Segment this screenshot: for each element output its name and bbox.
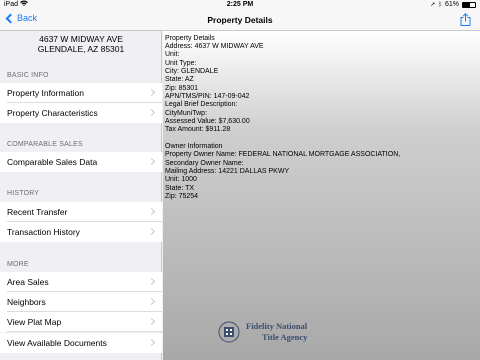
section-header-basic-info: BASIC INFO [7, 72, 49, 79]
bluetooth-icon: ᛒ [438, 1, 442, 8]
chevron-right-icon [147, 277, 156, 286]
detail-line: Assessed Value: $7,630.00 [165, 118, 250, 125]
chevron-right-icon [147, 207, 156, 216]
nav-bar: Back Property Details [0, 10, 480, 31]
sidebar-item-label: Recent Transfer [7, 207, 68, 217]
address-line-1: 4637 W MIDWAY AVE [39, 34, 123, 44]
battery-fill [463, 2, 471, 7]
sidebar-item-label: Property Characteristics [7, 108, 98, 118]
chevron-right-icon [147, 297, 156, 306]
chevron-right-icon [147, 88, 156, 97]
address-line-2: GLENDALE, AZ 85301 [37, 44, 125, 54]
sidebar-item-view-plat-map[interactable]: View Plat Map [0, 312, 162, 332]
status-bar: iPad 2:25 PM ➚ ᛒ 61% [0, 0, 480, 10]
logo-line-1: Fidelity National [246, 321, 308, 331]
detail-line: Address: 4637 W MIDWAY AVE [165, 43, 264, 50]
property-details-pane: Property Details Address: 4637 W MIDWAY … [163, 31, 480, 360]
sidebar-item-label: Neighbors [7, 297, 46, 307]
chevron-right-icon [147, 108, 156, 117]
chevron-right-icon [147, 157, 156, 166]
page-title: Property Details [207, 15, 273, 25]
detail-line: Tax Amount: $911.28 [165, 126, 231, 133]
sidebar-item-property-information[interactable]: Property Information [0, 83, 162, 103]
detail-line: APN/TMS/PIN: 147-09-042 [165, 93, 250, 100]
share-button[interactable] [460, 13, 471, 26]
detail-line: City: GLENDALE [165, 68, 219, 75]
divider [7, 331, 162, 332]
detail-line: Unit Type: [165, 60, 197, 67]
sidebar: 4637 W MIDWAY AVE GLENDALE, AZ 85301 BAS… [0, 31, 162, 360]
detail-line: Zip: 75254 [165, 193, 199, 200]
detail-line: Property Details [165, 35, 215, 42]
sidebar-item-label: Area Sales [7, 277, 49, 287]
detail-line: Unit: [165, 51, 180, 58]
detail-line: Owner Information [165, 143, 223, 150]
battery-percent: 61% [444, 1, 459, 8]
chevron-right-icon [147, 317, 156, 326]
sidebar-item-label: View Plat Map [7, 317, 62, 327]
section-header-more: MORE [7, 261, 29, 268]
sidebar-item-view-available-documents[interactable]: View Available Documents [0, 333, 162, 353]
detail-line: Property Owner Name: FEDERAL NATIONAL MO… [165, 151, 401, 158]
share-icon [460, 13, 471, 26]
detail-line: Legal Brief Description: [165, 101, 238, 108]
detail-line: Secondary Owner Name: [165, 160, 244, 167]
sidebar-item-property-characteristics[interactable]: Property Characteristics [0, 103, 162, 123]
detail-line: State: AZ [165, 76, 194, 83]
sidebar-item-label: Comparable Sales Data [7, 157, 98, 167]
sidebar-item-label: Transaction History [7, 227, 80, 237]
detail-line: Mailing Address: 14221 DALLAS PKWY [165, 168, 290, 175]
logo-line-2: Title Agency [262, 332, 308, 342]
detail-line: Zip: 85301 [165, 85, 199, 92]
sidebar-item-comparable-sales-data[interactable]: Comparable Sales Data [0, 152, 162, 172]
fidelity-logo: Fidelity National Title Agency [218, 319, 328, 345]
building-emblem-icon [218, 321, 240, 343]
chevron-right-icon [147, 227, 156, 236]
detail-line: CityMuniTwp: [165, 110, 208, 117]
battery-icon [462, 1, 476, 8]
clock: 2:25 PM [226, 1, 254, 8]
sidebar-item-label: Property Information [7, 88, 85, 98]
sidebar-item-transaction-history[interactable]: Transaction History [0, 222, 162, 242]
location-icon: ➚ [430, 2, 436, 8]
chevron-right-icon [147, 338, 156, 347]
section-header-comparable-sales: COMPARABLE SALES [7, 141, 83, 148]
sidebar-item-neighbors[interactable]: Neighbors [0, 292, 162, 312]
section-header-history: HISTORY [7, 190, 40, 197]
sidebar-item-recent-transfer[interactable]: Recent Transfer [0, 202, 162, 222]
detail-line: State: TX [165, 185, 195, 192]
sidebar-item-label: View Available Documents [7, 338, 107, 348]
sidebar-item-area-sales[interactable]: Area Sales [0, 272, 162, 292]
detail-line: Unit: 1000 [165, 176, 197, 183]
